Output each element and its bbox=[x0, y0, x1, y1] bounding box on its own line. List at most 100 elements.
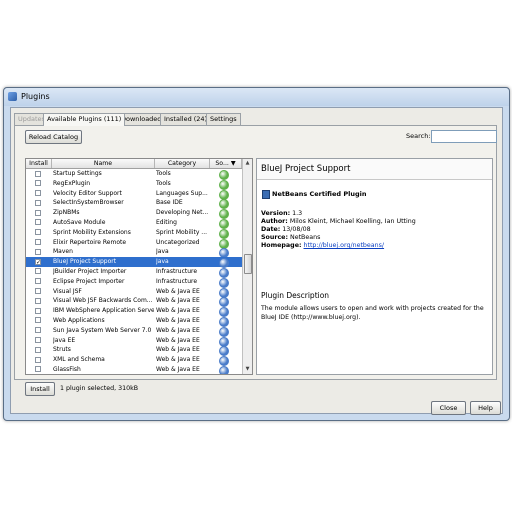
install-checkbox[interactable] bbox=[35, 337, 41, 344]
plugin-name-cell: Web Applications bbox=[53, 316, 105, 324]
table-row[interactable]: Web Applications Web & Java EE bbox=[26, 316, 242, 327]
available-plugins-panel: Reload Catalog Search: Install Name Cate… bbox=[14, 125, 497, 396]
column-header-name[interactable]: Name bbox=[52, 159, 155, 168]
table-row[interactable]: ✓ BlueJ Project Support Java bbox=[26, 257, 242, 269]
netbeans-app-icon bbox=[8, 92, 17, 101]
window-title: Plugins bbox=[21, 92, 50, 101]
table-row[interactable]: AutoSave Module Editing bbox=[26, 218, 242, 229]
column-header-install[interactable]: Install bbox=[26, 159, 52, 168]
table-row[interactable]: Elixir Repertoire Remote Uncategorized bbox=[26, 238, 242, 249]
category-cell: Tools bbox=[156, 170, 171, 177]
reload-catalog-button[interactable]: Reload Catalog bbox=[25, 130, 82, 144]
help-button[interactable]: Help bbox=[470, 401, 501, 415]
install-checkbox[interactable] bbox=[35, 278, 41, 285]
install-checkbox[interactable] bbox=[35, 268, 41, 275]
table-row[interactable]: Maven Java bbox=[26, 247, 242, 259]
plugin-name-cell: Visual JSF bbox=[53, 287, 82, 295]
plugins-table: Install Name Category So... ▼ Startup Se… bbox=[25, 158, 253, 375]
plugin-name-cell: GlassFish bbox=[53, 365, 81, 373]
category-cell: Web & Java EE bbox=[156, 297, 200, 305]
category-cell: Base IDE bbox=[156, 199, 183, 207]
category-cell: Sprint Mobility ... bbox=[156, 228, 208, 236]
table-row[interactable]: Sprint Mobility Extensions Sprint Mobilit… bbox=[26, 228, 242, 239]
column-header-source[interactable]: So... ▼ bbox=[210, 159, 242, 168]
date-line: Date: 13/08/08 bbox=[261, 226, 311, 233]
search-input[interactable] bbox=[431, 130, 497, 143]
category-cell: Java bbox=[156, 248, 169, 256]
vertical-scrollbar[interactable]: ▲ ▼ bbox=[242, 159, 252, 374]
install-checkbox[interactable] bbox=[35, 317, 41, 324]
install-checkbox[interactable] bbox=[35, 297, 41, 304]
plugin-name-cell: RegExPlugin bbox=[53, 179, 91, 187]
category-cell: Web & Java EE bbox=[156, 287, 200, 295]
install-checkbox[interactable] bbox=[35, 239, 41, 246]
table-row[interactable]: Java EE Web & Java EE bbox=[26, 336, 242, 347]
plugin-name-cell: Sun Java System Web Server 7.0 bbox=[53, 326, 152, 334]
category-cell: Java bbox=[156, 258, 169, 266]
scrollbar-thumb[interactable] bbox=[244, 254, 252, 274]
install-checkbox[interactable] bbox=[35, 366, 41, 373]
tab-installed[interactable]: Installed (24) bbox=[160, 113, 212, 125]
install-checkbox[interactable] bbox=[35, 180, 41, 187]
table-row[interactable]: Visual Web JSF Backwards Com... Web & Jav… bbox=[26, 296, 242, 308]
plugins-window: Plugins Updates Available Plugins (111) … bbox=[3, 87, 510, 421]
install-button[interactable]: Install bbox=[25, 382, 55, 396]
table-body: Startup Settings Tools RegExPlugin Tools Vel… bbox=[26, 169, 242, 374]
table-row[interactable]: Startup Settings Tools bbox=[26, 169, 242, 180]
table-row[interactable]: IBM WebSphere Application Server Web & Ja… bbox=[26, 306, 242, 318]
tab-settings[interactable]: Settings bbox=[206, 113, 241, 125]
install-checkbox[interactable] bbox=[35, 209, 41, 216]
column-header-category[interactable]: Category bbox=[155, 159, 210, 168]
plugin-name-cell: Java EE bbox=[53, 336, 76, 344]
table-row[interactable]: Visual JSF Web & Java EE bbox=[26, 287, 242, 298]
category-cell: Tools bbox=[156, 179, 171, 187]
table-row[interactable]: Eclipse Project Importer Infrastructure bbox=[26, 277, 242, 288]
certified-icon bbox=[262, 190, 270, 199]
category-cell: Web & Java EE bbox=[156, 346, 200, 354]
dialog-content: Updates Available Plugins (111) Download… bbox=[10, 107, 503, 415]
install-checkbox[interactable] bbox=[35, 327, 41, 334]
certified-label: NetBeans Certified Plugin bbox=[272, 190, 367, 198]
close-button[interactable]: Close bbox=[431, 401, 466, 415]
category-cell: Infrastructure bbox=[156, 277, 198, 285]
category-cell: Editing bbox=[156, 218, 177, 226]
install-checkbox[interactable]: ✓ bbox=[35, 258, 41, 265]
plugin-name-cell: Maven bbox=[53, 248, 73, 256]
tab-available-plugins[interactable]: Available Plugins (111) bbox=[43, 113, 126, 126]
install-checkbox[interactable] bbox=[35, 288, 41, 295]
install-checkbox[interactable] bbox=[35, 346, 41, 353]
install-checkbox[interactable] bbox=[35, 356, 41, 363]
plugin-name-cell: Elixir Repertoire Remote bbox=[53, 238, 127, 246]
install-checkbox[interactable] bbox=[35, 229, 41, 236]
install-checkbox[interactable] bbox=[35, 248, 41, 255]
table-row[interactable]: Struts Web & Java EE bbox=[26, 345, 242, 357]
category-cell: Uncategorized bbox=[156, 238, 200, 246]
search-label: Search: bbox=[406, 132, 431, 140]
install-checkbox[interactable] bbox=[35, 307, 41, 314]
table-row[interactable]: RegExPlugin Tools bbox=[26, 179, 242, 190]
netbeans-source-icon bbox=[219, 365, 229, 374]
table-row[interactable]: JBuilder Project Importer Infrastructure bbox=[26, 267, 242, 278]
install-checkbox[interactable] bbox=[35, 199, 41, 206]
version-line: Version: 1.3 bbox=[261, 210, 303, 217]
plugin-name-cell: Sprint Mobility Extensions bbox=[53, 228, 131, 236]
plugin-name-cell: Velocity Editor Support bbox=[53, 189, 122, 197]
table-row[interactable]: XML and Schema Web & Java EE bbox=[26, 355, 242, 367]
category-cell: Web & Java EE bbox=[156, 307, 200, 315]
category-cell: Web & Java EE bbox=[156, 326, 200, 334]
title-bar[interactable]: Plugins bbox=[4, 88, 509, 106]
scroll-down-icon[interactable]: ▼ bbox=[243, 365, 252, 374]
table-row[interactable]: GlassFish Web & Java EE bbox=[26, 365, 242, 374]
category-cell: Web & Java EE bbox=[156, 365, 200, 373]
homepage-link[interactable]: http://bluej.org/netbeans/ bbox=[304, 242, 385, 249]
scroll-up-icon[interactable]: ▲ bbox=[243, 159, 252, 168]
table-row[interactable]: ZipNBMs Developing Net... bbox=[26, 208, 242, 220]
table-row[interactable]: Sun Java System Web Server 7.0 Web & Java… bbox=[26, 326, 242, 337]
table-row[interactable]: Velocity Editor Support Languages Sup... bbox=[26, 189, 242, 200]
table-row[interactable]: SelectInSystemBrowser Base IDE bbox=[26, 198, 242, 210]
author-line: Author: Milos Kleint, Michael Koelling, … bbox=[261, 218, 416, 225]
plugin-name-cell: IBM WebSphere Application Server bbox=[53, 307, 154, 315]
install-checkbox[interactable] bbox=[35, 190, 41, 197]
install-checkbox[interactable] bbox=[35, 219, 41, 226]
install-checkbox[interactable] bbox=[35, 170, 41, 177]
